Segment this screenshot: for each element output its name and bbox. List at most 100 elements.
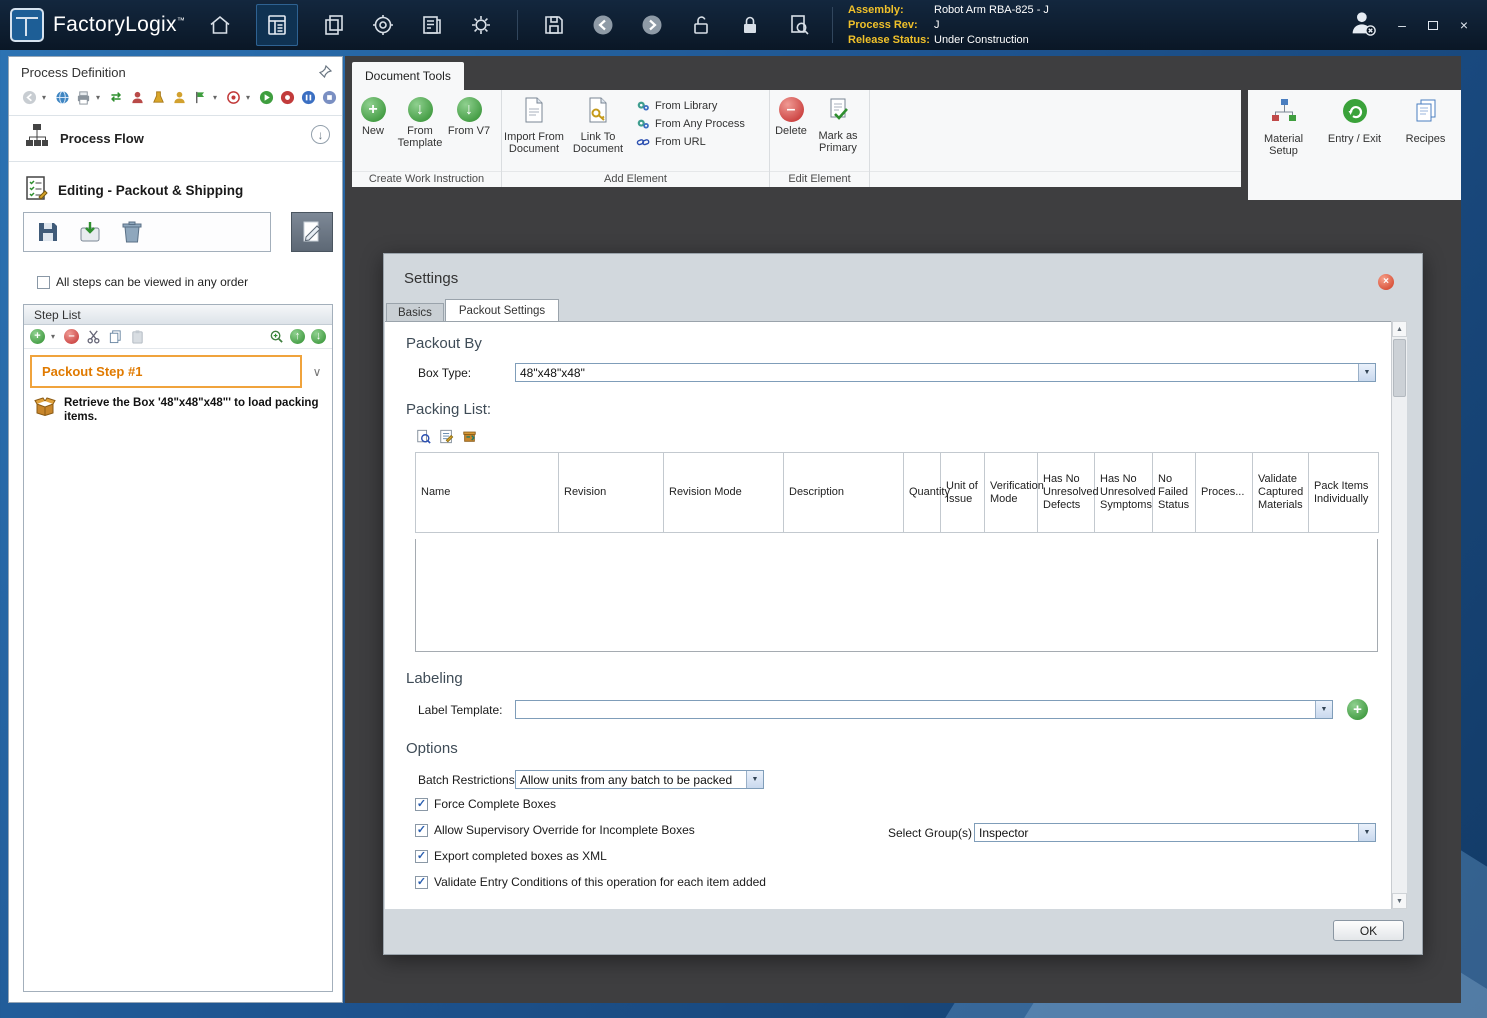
combo-arrow-icon[interactable]: ▼ <box>1358 824 1375 841</box>
close-button[interactable]: × <box>1457 18 1471 32</box>
home-icon[interactable] <box>207 12 233 38</box>
from-library-button[interactable]: From Library <box>636 99 745 113</box>
flag-icon[interactable] <box>192 89 208 105</box>
validate-entry-conditions-checkbox[interactable]: ✓ Validate Entry Conditions of this oper… <box>415 875 766 889</box>
user-account-icon[interactable] <box>1348 8 1378 43</box>
edit-work-instruction-button[interactable] <box>291 212 333 252</box>
caret-down-icon[interactable]: ▾ <box>96 93 103 102</box>
from-v7-button[interactable]: ↓ From V7 <box>446 95 492 137</box>
mark-as-primary-button[interactable]: Mark as Primary <box>812 95 864 154</box>
column-header[interactable]: Has No Unresolved Defects <box>1037 452 1099 533</box>
user-alert-icon[interactable] <box>171 89 187 105</box>
zoom-add-icon[interactable] <box>268 329 284 345</box>
column-header[interactable]: No Failed Status <box>1152 452 1196 533</box>
column-header[interactable]: Name <box>415 452 559 533</box>
batch-restrictions-select[interactable]: Allow units from any batch to be packed … <box>515 770 764 789</box>
select-groups-select[interactable]: Inspector ▼ <box>974 823 1376 842</box>
scroll-up-icon[interactable]: ▲ <box>1392 321 1407 337</box>
box-type-select[interactable]: 48"x48"x48" ▼ <box>515 363 1376 382</box>
column-header[interactable]: Proces... <box>1195 452 1253 533</box>
import-box-icon[interactable] <box>461 428 478 445</box>
view-order-checkbox[interactable] <box>37 275 50 289</box>
export-xml-checkbox[interactable]: ✓ Export completed boxes as XML <box>415 849 607 863</box>
column-header[interactable]: Unit of Issue <box>940 452 985 533</box>
search-document-icon[interactable] <box>786 12 812 38</box>
view-order-checkbox-row[interactable]: All steps can be viewed in any order <box>37 275 248 289</box>
pin-icon[interactable] <box>318 64 333 83</box>
label-template-select[interactable]: ▼ <box>515 700 1333 719</box>
add-label-template-button[interactable]: + <box>1347 699 1368 720</box>
column-header[interactable]: Description <box>783 452 904 533</box>
recipes-button[interactable]: Recipes <box>1395 98 1457 200</box>
save-icon[interactable] <box>541 12 567 38</box>
scrollbar-thumb[interactable] <box>1393 339 1406 397</box>
force-complete-boxes-checkbox[interactable]: ✓ Force Complete Boxes <box>415 797 556 811</box>
combo-arrow-icon[interactable]: ▼ <box>1358 364 1375 381</box>
paste-icon[interactable] <box>129 329 145 345</box>
work-instruction-editor-icon[interactable] <box>256 4 299 46</box>
news-icon[interactable] <box>419 12 445 38</box>
tab-document-tools[interactable]: Document Tools <box>352 62 464 90</box>
move-step-down-icon[interactable]: ↓ <box>311 329 326 344</box>
minimize-button[interactable]: – <box>1395 18 1409 32</box>
scroll-down-icon[interactable]: ▼ <box>1392 893 1407 909</box>
beaker-icon[interactable] <box>150 89 166 105</box>
caret-down-icon[interactable]: ▾ <box>51 332 58 341</box>
target-icon[interactable] <box>370 12 396 38</box>
save-step-button[interactable] <box>32 216 64 248</box>
delete-step-button[interactable] <box>116 216 148 248</box>
find-material-icon[interactable] <box>415 428 432 445</box>
column-header[interactable]: Revision Mode <box>663 452 784 533</box>
start-icon[interactable] <box>258 89 274 105</box>
process-templates-icon[interactable] <box>321 12 347 38</box>
step-description-row[interactable]: Retrieve the Box '48"x48"x48"' to load p… <box>34 396 324 424</box>
link-to-document-button[interactable]: Link To Document <box>566 95 630 155</box>
ok-button[interactable]: OK <box>1333 920 1404 941</box>
from-any-process-button[interactable]: From Any Process <box>636 117 745 131</box>
dialog-close-icon[interactable]: × <box>1378 274 1394 290</box>
process-flow-label[interactable]: Process Flow <box>60 131 144 146</box>
column-header[interactable]: Verification Mode <box>984 452 1044 533</box>
print-icon[interactable] <box>75 89 91 105</box>
packing-list-empty-body[interactable] <box>415 539 1378 652</box>
record-icon[interactable] <box>279 89 295 105</box>
import-step-button[interactable] <box>74 216 106 248</box>
delete-element-button[interactable]: – Delete <box>770 95 812 137</box>
edit-list-icon[interactable] <box>438 428 455 445</box>
add-step-icon[interactable]: + <box>30 329 45 344</box>
material-setup-button[interactable]: Material Setup <box>1253 98 1315 200</box>
maximize-button[interactable] <box>1426 18 1440 32</box>
column-header[interactable]: Pack Items Individually <box>1308 452 1379 533</box>
collapse-section-icon[interactable]: ↓ <box>311 125 330 144</box>
step-chevron-icon[interactable]: ∨ <box>308 365 326 379</box>
cut-icon[interactable] <box>85 329 101 345</box>
lock-icon[interactable] <box>737 12 763 38</box>
unlock-icon[interactable] <box>688 12 714 38</box>
sync-icon[interactable]: ⇄ <box>108 89 124 105</box>
caret-down-icon[interactable]: ▾ <box>42 93 49 102</box>
copy-icon[interactable] <box>107 329 123 345</box>
new-button[interactable]: + New <box>352 95 394 137</box>
combo-arrow-icon[interactable]: ▼ <box>1315 701 1332 718</box>
column-header[interactable]: Revision <box>558 452 664 533</box>
forward-icon[interactable] <box>639 12 665 38</box>
caret-down-icon[interactable]: ▾ <box>246 93 253 102</box>
step-item-packout-1[interactable]: Packout Step #1 <box>30 355 302 388</box>
tab-basics[interactable]: Basics <box>386 303 444 322</box>
pause-icon[interactable] <box>300 89 316 105</box>
entry-exit-button[interactable]: Entry / Exit <box>1324 98 1386 200</box>
packing-list-table[interactable]: Name Revision Revision Mode Description … <box>415 452 1379 533</box>
caret-down-icon[interactable]: ▾ <box>213 93 220 102</box>
supervisory-override-checkbox[interactable]: ✓ Allow Supervisory Override for Incompl… <box>415 823 695 837</box>
stop-icon[interactable] <box>321 89 337 105</box>
back-icon[interactable] <box>590 12 616 38</box>
target-icon[interactable] <box>225 89 241 105</box>
dialog-scrollbar[interactable]: ▲ ▼ <box>1391 321 1407 909</box>
move-step-up-icon[interactable]: ↑ <box>290 329 305 344</box>
column-header[interactable]: Validate Captured Materials <box>1252 452 1309 533</box>
settings-gear-icon[interactable] <box>468 12 494 38</box>
import-from-document-button[interactable]: Import From Document <box>502 95 566 155</box>
publish-globe-icon[interactable] <box>54 89 70 105</box>
tab-packout-settings[interactable]: Packout Settings <box>444 299 560 322</box>
column-header[interactable]: Quantity <box>903 452 950 533</box>
